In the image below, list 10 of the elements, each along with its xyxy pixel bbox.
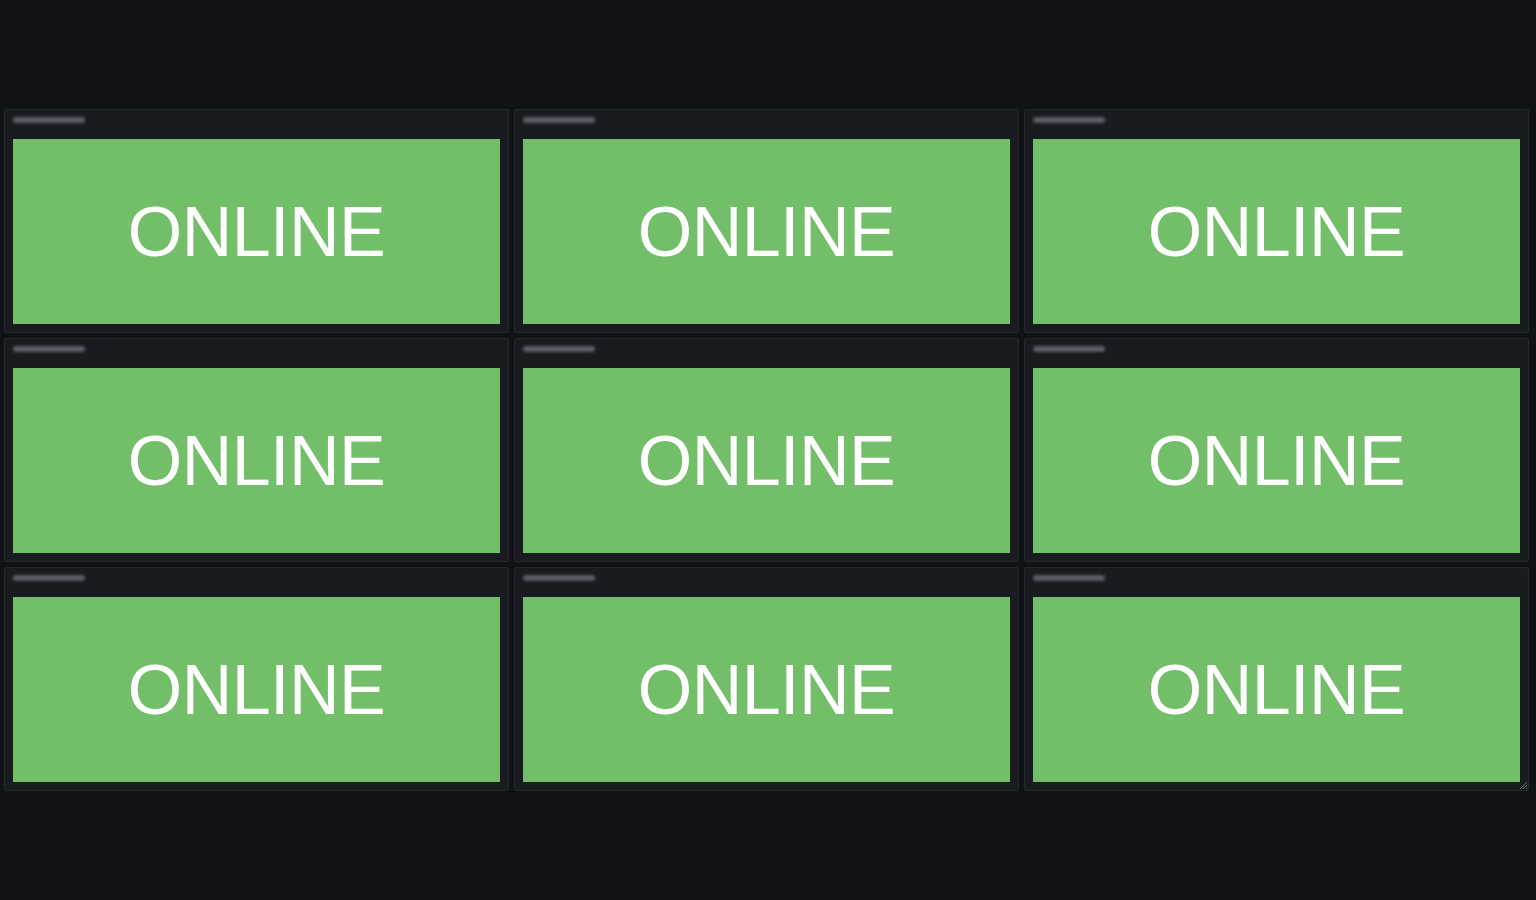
status-text: ONLINE	[1147, 196, 1406, 267]
resize-handle-icon[interactable]	[1520, 782, 1527, 789]
status-text: ONLINE	[637, 654, 896, 725]
status-text: ONLINE	[637, 196, 896, 267]
status-text: ONLINE	[127, 196, 386, 267]
status-text: ONLINE	[637, 425, 896, 496]
status-text: ONLINE	[127, 425, 386, 496]
status-text: ONLINE	[1147, 425, 1406, 496]
status-text: ONLINE	[127, 654, 386, 725]
status-text: ONLINE	[1147, 654, 1406, 725]
